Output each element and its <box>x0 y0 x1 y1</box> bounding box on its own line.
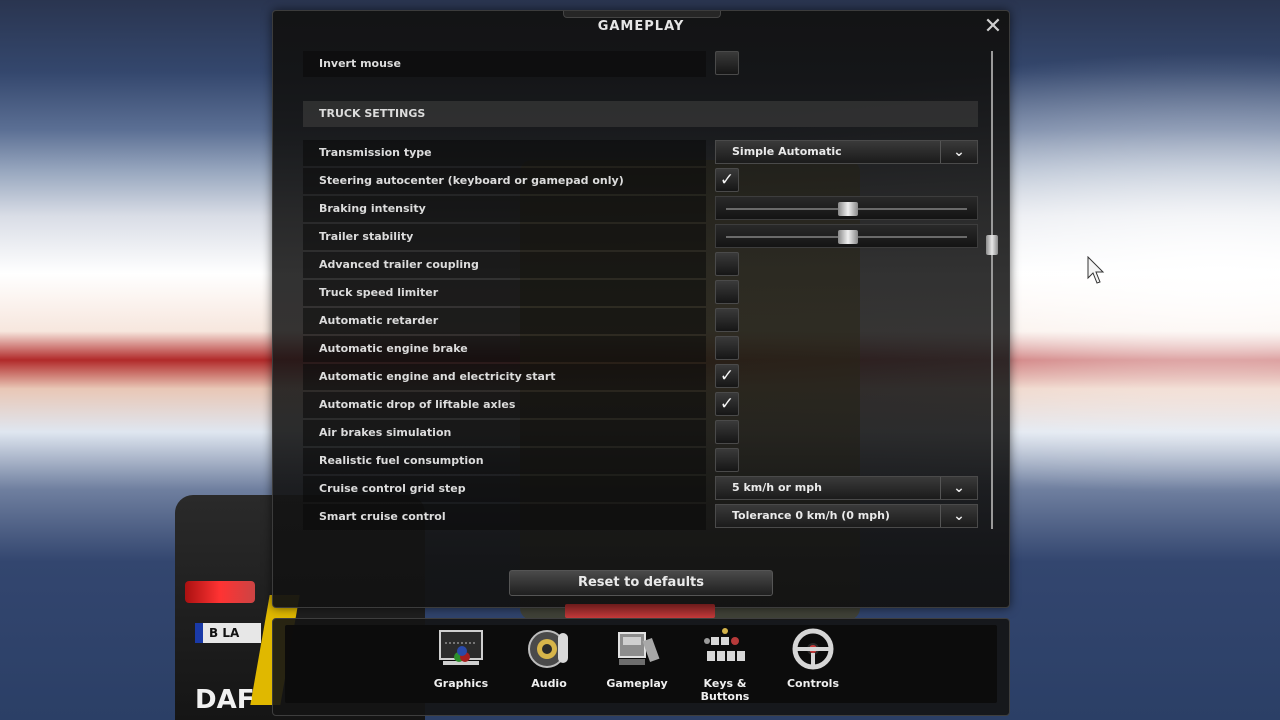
tab-graphics-label: Graphics <box>433 677 489 690</box>
brand-logo: DAF <box>195 685 255 715</box>
setting-label: Transmission type <box>303 140 706 166</box>
scrollbar-track[interactable] <box>991 51 993 529</box>
setting-checkbox[interactable] <box>715 51 739 75</box>
speaker-icon <box>525 627 573 671</box>
tab-gameplay[interactable]: Gameplay <box>597 627 677 690</box>
setting-row: Automatic retarder <box>303 308 978 334</box>
setting-checkbox[interactable] <box>715 420 739 444</box>
license-plate: B LA <box>195 623 261 643</box>
setting-row: Automatic engine brake <box>303 336 978 362</box>
tab-keys-buttons[interactable]: Keys & Buttons <box>685 627 765 703</box>
slider-handle[interactable] <box>837 230 858 244</box>
setting-label: Steering autocenter (keyboard or gamepad… <box>303 168 706 194</box>
setting-checkbox[interactable] <box>715 252 739 276</box>
setting-checkbox[interactable] <box>715 448 739 472</box>
section-title: TRUCK SETTINGS <box>303 101 978 127</box>
chevron-down-icon[interactable]: ⌄ <box>940 477 977 499</box>
checkmark-icon: ✓ <box>719 170 735 190</box>
setting-row: Air brakes simulation <box>303 420 978 446</box>
setting-label: Truck speed limiter <box>303 280 706 306</box>
red-accent-tab <box>565 604 715 618</box>
setting-checkbox[interactable]: ✓ <box>715 168 739 192</box>
setting-slider[interactable] <box>715 196 978 220</box>
setting-label: Invert mouse <box>303 51 706 77</box>
setting-row: Cruise control grid step 5 km/h or mph ⌄ <box>303 476 978 502</box>
setting-row: Automatic engine and electricity start ✓ <box>303 364 978 390</box>
setting-label: Automatic engine and electricity start <box>303 364 706 390</box>
reset-to-defaults-button[interactable]: Reset to defaults <box>509 570 773 596</box>
setting-label: Automatic retarder <box>303 308 706 334</box>
monitor-icon <box>437 627 485 671</box>
setting-checkbox[interactable]: ✓ <box>715 364 739 388</box>
setting-row: Truck speed limiter <box>303 280 978 306</box>
setting-checkbox[interactable]: ✓ <box>715 392 739 416</box>
setting-label: Automatic drop of liftable axles <box>303 392 706 418</box>
setting-row: Advanced trailer coupling <box>303 252 978 278</box>
setting-checkbox[interactable] <box>715 308 739 332</box>
keys-icon <box>701 627 749 671</box>
setting-row: Automatic drop of liftable axles ✓ <box>303 392 978 418</box>
steering-wheel-icon <box>789 627 837 671</box>
setting-row: Steering autocenter (keyboard or gamepad… <box>303 168 978 194</box>
tab-controls-label: Controls <box>786 677 840 690</box>
setting-dropdown[interactable]: 5 km/h or mph ⌄ <box>715 476 978 500</box>
dropdown-value: Tolerance 0 km/h (0 mph) <box>732 509 890 522</box>
tab-audio-label: Audio <box>531 677 567 690</box>
tab-graphics[interactable]: Graphics <box>421 627 501 690</box>
chevron-down-icon[interactable]: ⌄ <box>940 505 977 527</box>
setting-row: Invert mouse <box>303 51 978 77</box>
slider-handle[interactable] <box>837 202 858 216</box>
setting-label: Realistic fuel consumption <box>303 448 706 474</box>
setting-checkbox[interactable] <box>715 336 739 360</box>
setting-slider[interactable] <box>715 224 978 248</box>
tab-audio[interactable]: Audio <box>509 627 589 690</box>
tab-keys-buttons-label: Keys & Buttons <box>700 677 750 703</box>
tab-controls[interactable]: Controls <box>773 627 853 690</box>
truck-icon <box>613 627 661 671</box>
tab-gameplay-label: Gameplay <box>606 677 668 690</box>
setting-dropdown[interactable]: Tolerance 0 km/h (0 mph) ⌄ <box>715 504 978 528</box>
mouse-cursor-icon <box>1087 256 1105 284</box>
setting-row: Braking intensity <box>303 196 978 222</box>
dropdown-value: Simple Automatic <box>732 145 842 158</box>
checkmark-icon: ✓ <box>719 394 735 414</box>
chevron-down-icon[interactable]: ⌄ <box>940 141 977 163</box>
setting-label: Smart cruise control <box>303 504 706 530</box>
setting-checkbox[interactable] <box>715 280 739 304</box>
setting-dropdown[interactable]: Simple Automatic ⌄ <box>715 140 978 164</box>
setting-label: Cruise control grid step <box>303 476 706 502</box>
setting-row: Transmission type Simple Automatic ⌄ <box>303 140 978 166</box>
setting-label: Trailer stability <box>303 224 706 250</box>
dropdown-value: 5 km/h or mph <box>732 481 822 494</box>
title-tab <box>563 11 721 18</box>
setting-row: Realistic fuel consumption <box>303 448 978 474</box>
panel-title: GAMEPLAY <box>597 19 685 34</box>
gameplay-settings-panel: GAMEPLAY ✕ Invert mouse TRUCK SETTINGS Tra… <box>272 10 1010 608</box>
setting-label: Automatic engine brake <box>303 336 706 362</box>
setting-row: Trailer stability <box>303 224 978 250</box>
tail-light <box>185 581 255 603</box>
setting-row: Smart cruise control Tolerance 0 km/h (0 … <box>303 504 978 530</box>
setting-label: Air brakes simulation <box>303 420 706 446</box>
settings-toolbar: Graphics Audio Gameplay Keys & Buttons C… <box>272 618 1010 716</box>
section-header: TRUCK SETTINGS <box>303 101 978 127</box>
close-button[interactable]: ✕ <box>983 16 1003 38</box>
scrollbar-thumb[interactable] <box>986 235 998 255</box>
setting-label: Braking intensity <box>303 196 706 222</box>
setting-label: Advanced trailer coupling <box>303 252 706 278</box>
checkmark-icon: ✓ <box>719 366 735 386</box>
